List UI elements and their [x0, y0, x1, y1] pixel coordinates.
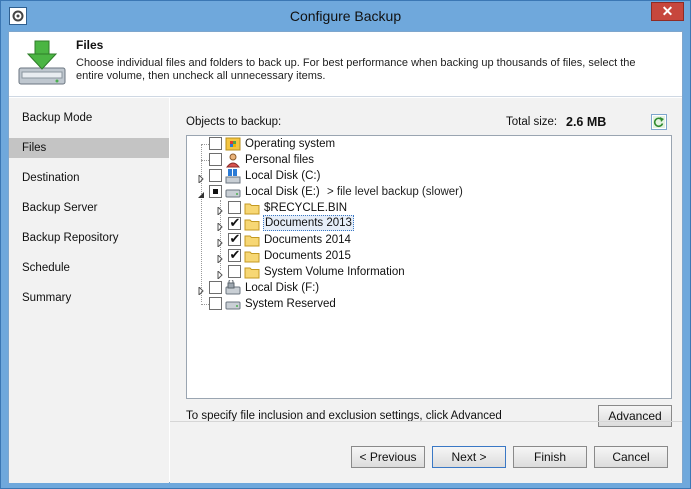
lock-disk-icon — [225, 279, 241, 296]
tree-checkbox[interactable] — [228, 265, 241, 278]
header: Files Choose individual files and folder… — [9, 32, 682, 97]
configure-backup-window: Configure Backup ✕ Files Choose individu… — [0, 0, 691, 489]
tree-item-recycle-bin[interactable]: $RECYCLE.BIN — [187, 200, 667, 217]
tree-item-label: Local Disk (C:) — [245, 170, 321, 182]
tree-checkbox[interactable] — [209, 153, 222, 166]
tree-item-system-volume-information[interactable]: System Volume Information — [187, 264, 667, 281]
tree-item-personal-files[interactable]: Personal files — [187, 152, 667, 168]
tree-item-local-disk-c[interactable]: Local Disk (C:) — [187, 168, 667, 185]
folder-icon — [244, 216, 260, 232]
disk-icon — [225, 296, 241, 312]
step-destination[interactable]: Destination — [9, 168, 169, 188]
expand-arrow-icon[interactable] — [216, 204, 224, 217]
tree-checkbox[interactable] — [209, 169, 222, 182]
finish-button[interactable]: Finish — [513, 446, 587, 468]
tree-item-documents-2014[interactable]: ✔ Documents 2014 — [187, 231, 667, 249]
backup-download-icon — [16, 38, 68, 90]
step-files[interactable]: Files — [9, 138, 169, 158]
folder-icon — [244, 232, 260, 248]
check-mark-icon: ✔ — [229, 215, 241, 230]
tree-item-label: Documents 2013 — [263, 215, 354, 231]
expand-arrow-icon[interactable] — [216, 236, 224, 249]
step-backup-mode[interactable]: Backup Mode — [9, 108, 169, 128]
collapse-arrow-icon[interactable] — [197, 188, 205, 198]
step-schedule[interactable]: Schedule — [9, 258, 169, 278]
tree-item-local-disk-f[interactable]: Local Disk (F:) — [187, 279, 667, 297]
dialog-body: Files Choose individual files and folder… — [8, 31, 683, 483]
objects-label: Objects to backup: — [186, 116, 282, 128]
close-button[interactable]: ✕ — [651, 2, 684, 21]
page-description: Choose individual files and folders to b… — [76, 57, 636, 82]
windows-disk-icon — [225, 168, 241, 184]
os-icon — [225, 136, 241, 152]
folder-icon — [244, 248, 260, 264]
check-mark-icon: ✔ — [229, 231, 241, 246]
tree-checkbox[interactable] — [209, 185, 222, 198]
next-button[interactable]: Next > — [432, 446, 506, 468]
tree-checkbox[interactable] — [228, 201, 241, 214]
total-size-value: 2.6 MB — [566, 115, 607, 129]
tree-item-label: Documents 2014 — [264, 234, 351, 246]
tree-checkbox[interactable]: ✔ — [228, 215, 241, 230]
refresh-icon — [653, 116, 665, 128]
tree-item-label: Local Disk (F:) — [245, 282, 320, 294]
expand-arrow-icon[interactable] — [216, 252, 224, 265]
tree-item-label: Local Disk (E:) — [245, 186, 320, 198]
objects-tree[interactable]: Operating system Personal files Local Di… — [186, 135, 672, 399]
tree-checkbox[interactable] — [209, 137, 222, 150]
tree-item-label: System Reserved — [245, 298, 336, 310]
advanced-button[interactable]: Advanced — [598, 405, 672, 427]
tree-item-operating-system[interactable]: Operating system — [187, 136, 667, 152]
folder-icon — [244, 264, 260, 280]
expand-arrow-icon[interactable] — [216, 268, 224, 281]
disk-icon — [225, 184, 241, 200]
expand-arrow-icon[interactable] — [197, 284, 205, 297]
expand-arrow-icon[interactable] — [197, 172, 205, 185]
refresh-button[interactable] — [651, 114, 667, 130]
check-mark-icon: ✔ — [229, 247, 241, 262]
partial-mark — [213, 189, 218, 194]
step-backup-server[interactable]: Backup Server — [9, 198, 169, 218]
wizard-steps: Backup Mode Files Destination Backup Ser… — [9, 98, 169, 483]
window-title: Configure Backup — [289, 8, 402, 24]
files-panel: Objects to backup: Total size: 2.6 MB Op… — [170, 98, 682, 483]
page-title: Files — [76, 38, 104, 52]
cancel-button[interactable]: Cancel — [594, 446, 668, 468]
total-size-label: Total size: — [506, 116, 558, 128]
folder-icon — [244, 200, 260, 216]
tree-item-system-reserved[interactable]: System Reserved — [187, 296, 667, 312]
tree-item-label: Documents 2015 — [264, 250, 351, 262]
expand-arrow-icon[interactable] — [216, 220, 224, 233]
tree-item-local-disk-e[interactable]: Local Disk (E:) > file level backup (slo… — [187, 184, 667, 200]
backup-mode-note: > file level backup (slower) — [327, 186, 463, 198]
user-icon — [225, 152, 241, 168]
tree-checkbox[interactable]: ✔ — [228, 231, 241, 246]
tree-checkbox[interactable] — [209, 297, 222, 310]
tree-item-label: Operating system — [245, 138, 336, 150]
step-backup-repository[interactable]: Backup Repository — [9, 228, 169, 248]
previous-button[interactable]: < Previous — [351, 446, 425, 468]
title-bar: Configure Backup ✕ — [1, 1, 690, 31]
step-summary[interactable]: Summary — [9, 288, 169, 308]
tree-checkbox[interactable]: ✔ — [228, 247, 241, 262]
tree-item-documents-2013[interactable]: ✔ Documents 2013 — [187, 215, 667, 233]
tree-item-label: Personal files — [245, 154, 315, 166]
tree-item-label: System Volume Information — [264, 266, 405, 278]
tree-item-label: $RECYCLE.BIN — [264, 202, 348, 214]
tree-item-documents-2015[interactable]: ✔ Documents 2015 — [187, 247, 667, 265]
footer-divider — [170, 421, 682, 422]
tree-checkbox[interactable] — [209, 281, 222, 294]
